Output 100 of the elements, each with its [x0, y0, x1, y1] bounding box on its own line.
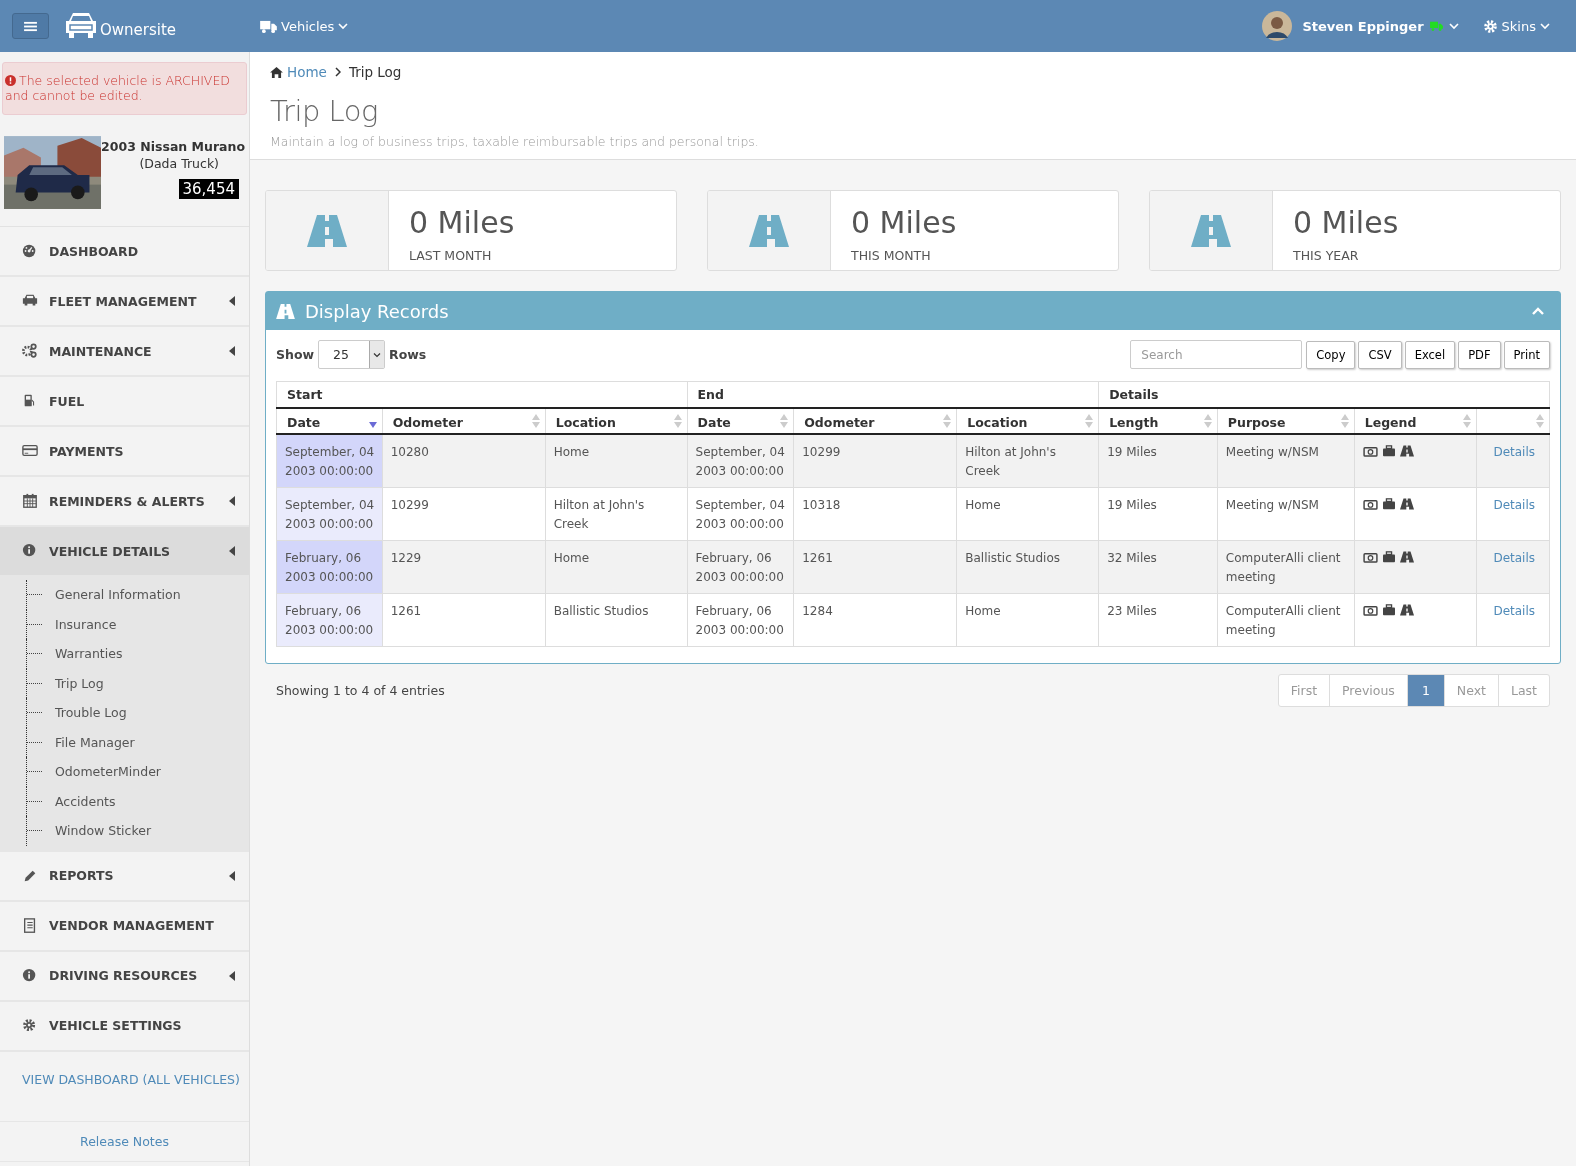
chevron-down-icon — [373, 351, 382, 358]
table-cell: 1229 — [382, 540, 546, 594]
settings-icon — [1482, 18, 1498, 34]
sort-icon — [1536, 414, 1544, 428]
sort-icon — [1463, 414, 1472, 428]
table-cell: 23 Miles — [1098, 593, 1218, 647]
stat-value: 0 Miles — [409, 205, 515, 240]
table-cell: Hilton at John's Creek — [956, 434, 1099, 488]
export-button[interactable]: Copy — [1306, 340, 1356, 369]
truck-icon — [260, 19, 278, 33]
info-icon — [22, 543, 38, 559]
user-menu[interactable]: Steven Eppinger — [1262, 11, 1459, 41]
settings-icon — [22, 1017, 38, 1034]
table-cell: Ballistic Studios — [956, 540, 1099, 594]
vehicles-menu[interactable]: Vehicles — [260, 18, 349, 34]
table-cell: Home — [545, 540, 688, 594]
table-cell: 32 Miles — [1098, 540, 1218, 594]
briefcase-icon — [1381, 445, 1396, 457]
stat-value: 0 Miles — [1293, 205, 1399, 240]
table-cell: 10299 — [793, 434, 957, 488]
breadcrumb-current: Trip Log — [348, 64, 402, 80]
chevron-right-icon — [334, 67, 341, 77]
breadcrumb-link[interactable]: Home — [270, 64, 327, 80]
stat-value: 0 Miles — [851, 205, 957, 240]
table-cell: February, 06 2003 00:00:00 — [276, 540, 383, 594]
table-cell: February, 06 2003 00:00:00 — [276, 593, 383, 647]
vehicle-name: 2003 Nissan Murano — [101, 139, 245, 154]
search-field[interactable]: Search — [1130, 340, 1303, 369]
exclamation-icon — [5, 75, 16, 86]
sort-icon — [673, 414, 682, 428]
column-group-header: Start — [276, 381, 688, 408]
export-button[interactable]: Excel — [1404, 340, 1456, 369]
road-icon — [1399, 551, 1414, 563]
info-icon — [22, 967, 38, 984]
ledger-icon — [22, 917, 38, 934]
entries-info: Showing 1 to 4 of 4 entries — [276, 683, 445, 698]
brand-name: Ownersite — [100, 21, 177, 39]
details-link[interactable]: Details — [1493, 498, 1536, 512]
sort-icon — [1340, 414, 1349, 428]
briefcase-icon — [1381, 551, 1396, 563]
column-group-header: End — [687, 381, 1099, 408]
stat-label: THIS YEAR — [1293, 248, 1360, 263]
table-cell: 1284 — [793, 593, 957, 647]
table-cell: 19 Miles — [1098, 434, 1218, 488]
export-button[interactable]: PDF — [1458, 340, 1501, 369]
money-icon — [1362, 446, 1378, 457]
export-button[interactable]: Print — [1503, 340, 1550, 369]
road-icon — [276, 303, 295, 319]
briefcase-icon — [1381, 498, 1396, 510]
car-logo-icon — [63, 11, 99, 41]
alert-message: The selected vehicle is ARCHIVED and cannot be edited. — [2, 62, 247, 115]
table-cell: ComputerAlli client meeting — [1217, 593, 1355, 647]
road-icon — [1399, 445, 1414, 457]
export-button[interactable]: CSV — [1358, 340, 1402, 369]
truck-icon — [1429, 21, 1443, 31]
menu-icon — [24, 20, 37, 32]
vehicle-nickname: (Dada Truck) — [139, 156, 219, 171]
sort-icon — [780, 414, 789, 428]
money-icon — [1362, 605, 1378, 616]
table-cell: February, 06 2003 00:00:00 — [687, 540, 794, 594]
rows-per-page-select[interactable]: 25 — [318, 340, 386, 369]
menu-button[interactable] — [12, 13, 49, 39]
stat-label: THIS MONTH — [851, 248, 932, 263]
briefcase-icon — [1381, 604, 1396, 616]
sort-descending-icon — [368, 422, 377, 428]
table-cell: February, 06 2003 00:00:00 — [687, 593, 794, 647]
road-icon — [1399, 604, 1414, 616]
credit-card-icon — [22, 443, 38, 459]
road-icon — [749, 214, 789, 247]
chevron-down-icon — [1448, 22, 1459, 30]
table-cell: Home — [545, 434, 688, 488]
show-label: Show — [276, 347, 315, 362]
nav-item[interactable]: VEHICLE DETAILS — [0, 527, 249, 577]
sort-icon — [1085, 414, 1094, 428]
panel-title: Display Records — [305, 300, 449, 322]
table-cell: Home — [956, 593, 1099, 647]
details-link[interactable]: Details — [1493, 604, 1536, 618]
table-cell: Ballistic Studios — [545, 593, 688, 647]
table-cell: 1261 — [382, 593, 546, 647]
chevron-down-icon — [338, 22, 349, 30]
dashboard-icon — [22, 243, 38, 259]
stat-label: LAST MONTH — [409, 248, 493, 263]
road-icon — [1191, 214, 1231, 247]
chevron-down-icon — [1540, 22, 1550, 30]
page-subtitle: Maintain a log of business trips, taxable reimbursable trips and personal trips. — [270, 134, 760, 149]
calendar-icon — [22, 493, 38, 509]
money-icon — [1362, 552, 1378, 563]
pagination-button[interactable]: 1 — [1406, 675, 1444, 706]
table-cell: 1261 — [793, 540, 957, 594]
money-icon — [1362, 499, 1378, 510]
sort-icon — [943, 414, 952, 428]
table-cell: September, 04 2003 00:00:00 — [276, 434, 383, 488]
sort-icon — [1203, 414, 1212, 428]
home-icon — [270, 66, 283, 78]
gears-icon — [22, 343, 38, 359]
page-title: Trip Log — [270, 94, 379, 128]
table-cell: Meeting w/NSM — [1217, 434, 1355, 488]
odometer-reading: 36,454 — [178, 179, 239, 199]
skins-menu[interactable]: Skins — [1482, 18, 1550, 34]
table-cell: September, 04 2003 00:00:00 — [687, 434, 794, 488]
